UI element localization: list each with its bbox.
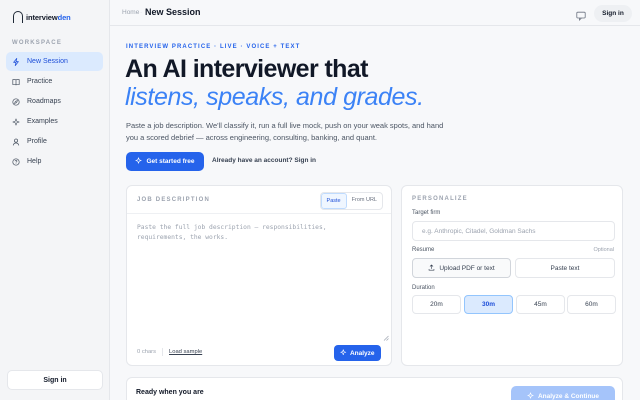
job-description-card: JOB DESCRIPTION Paste From URL Paste the…	[126, 185, 392, 366]
chat-icon[interactable]	[576, 8, 586, 21]
breadcrumb-home[interactable]: Home	[122, 9, 139, 16]
sidebar-item-label: Examples	[27, 118, 58, 125]
sidebar-item-label: Practice	[27, 78, 53, 85]
upload-icon	[428, 264, 435, 273]
duration-60m[interactable]: 60m	[567, 295, 616, 314]
upload-label: Upload PDF or text	[439, 264, 495, 272]
continue-bar: Ready when you are Analyze & Continue	[126, 377, 623, 400]
get-started-button[interactable]: Get started free	[126, 152, 204, 171]
workspace-section-label: WORKSPACE	[12, 40, 63, 46]
sparkle-icon	[527, 391, 534, 400]
divider	[127, 213, 391, 214]
sidebar-item-roadmaps[interactable]: Roadmaps	[6, 92, 103, 111]
help-icon	[12, 157, 20, 166]
tab-paste[interactable]: Paste	[320, 193, 347, 209]
continue-label: Analyze & Continue	[537, 392, 600, 400]
app-logo[interactable]: interviewden	[13, 11, 71, 23]
target-firm-input[interactable]: e.g. Anthropic, Citadel, Goldman Sachs	[412, 221, 615, 241]
duration-45m[interactable]: 45m	[516, 295, 565, 314]
sidebar-item-label: Help	[27, 158, 42, 165]
sidebar-signin-button[interactable]: Sign in	[7, 370, 103, 390]
duration-20m[interactable]: 20m	[412, 295, 461, 314]
sidebar-item-practice[interactable]: Practice	[6, 72, 103, 91]
hero-eyebrow: INTERVIEW PRACTICE · LIVE · VOICE + TEXT	[126, 44, 301, 50]
divider	[162, 348, 163, 356]
sidebar-item-label: Roadmaps	[27, 98, 61, 105]
input-placeholder: e.g. Anthropic, Citadel, Goldman Sachs	[422, 227, 536, 235]
personalize-card: PERSONALIZE Target firm e.g. Anthropic, …	[401, 185, 623, 366]
sidebar-item-label: Profile	[27, 138, 47, 145]
analyze-button[interactable]: Analyze	[334, 345, 381, 361]
book-icon	[12, 78, 20, 86]
textarea-placeholder-line: Paste the full job description — respons…	[137, 224, 327, 231]
page-title: New Session	[145, 7, 201, 17]
personalize-label: PERSONALIZE	[412, 196, 468, 202]
have-account-link[interactable]: Already have an account? Sign in	[212, 157, 316, 164]
tab-from-url[interactable]: From URL	[347, 193, 382, 209]
sparkle-icon	[12, 117, 20, 126]
logo-text: interviewden	[26, 12, 71, 22]
sparkle-icon	[135, 157, 143, 166]
breadcrumb-separator: ·	[140, 9, 143, 16]
job-description-footer: 0 chars Load sample Analyze	[127, 343, 391, 365]
paste-text-label: Paste text	[550, 264, 580, 272]
paste-resume-button[interactable]: Paste text	[515, 258, 615, 278]
topbar: Home · New Session Sign in	[110, 0, 640, 26]
char-count: 0 chars	[137, 349, 157, 355]
sidebar: interviewden WORKSPACE New Session Pract…	[0, 0, 110, 400]
input-mode-toggle: Paste From URL	[319, 192, 383, 210]
hero-title: An AI interviewer that	[125, 55, 368, 83]
sidebar-item-label: New Session	[27, 58, 68, 65]
resume-label: Resume	[412, 247, 435, 253]
sidebar-item-profile[interactable]: Profile	[6, 132, 103, 151]
job-description-label: JOB DESCRIPTION	[137, 197, 211, 203]
duration-label: Duration	[412, 285, 435, 291]
load-sample-link[interactable]: Load sample	[169, 349, 202, 355]
sidebar-nav: New Session Practice Roadmaps Examples P…	[6, 52, 103, 172]
hero-description: Paste a job description. We'll classify …	[126, 121, 444, 142]
logo-icon	[13, 11, 23, 23]
analyze-label: Analyze	[349, 349, 375, 357]
user-icon	[12, 138, 20, 146]
duration-30m[interactable]: 30m	[464, 295, 513, 314]
analyze-continue-button[interactable]: Analyze & Continue	[511, 386, 615, 400]
ready-text: Ready when you are	[136, 389, 204, 396]
target-firm-label: Target firm	[412, 210, 441, 216]
compass-icon	[12, 97, 20, 106]
textarea-placeholder-line: requirements, the works.	[137, 234, 228, 241]
sidebar-item-help[interactable]: Help	[6, 152, 103, 171]
hero-title-accent: listens, speaks, and grades.	[125, 83, 424, 111]
resize-handle-icon[interactable]	[383, 328, 389, 341]
upload-resume-button[interactable]: Upload PDF or text	[412, 258, 511, 278]
resume-optional-hint: Optional	[593, 247, 615, 253]
job-description-textarea[interactable]: Paste the full job description — respons…	[137, 223, 377, 243]
get-started-label: Get started free	[146, 158, 195, 165]
topbar-signin-button[interactable]: Sign in	[594, 5, 632, 22]
sidebar-item-new-session[interactable]: New Session	[6, 52, 103, 71]
sparkle-icon	[340, 349, 347, 358]
sidebar-item-examples[interactable]: Examples	[6, 112, 103, 131]
bolt-icon	[12, 57, 20, 66]
